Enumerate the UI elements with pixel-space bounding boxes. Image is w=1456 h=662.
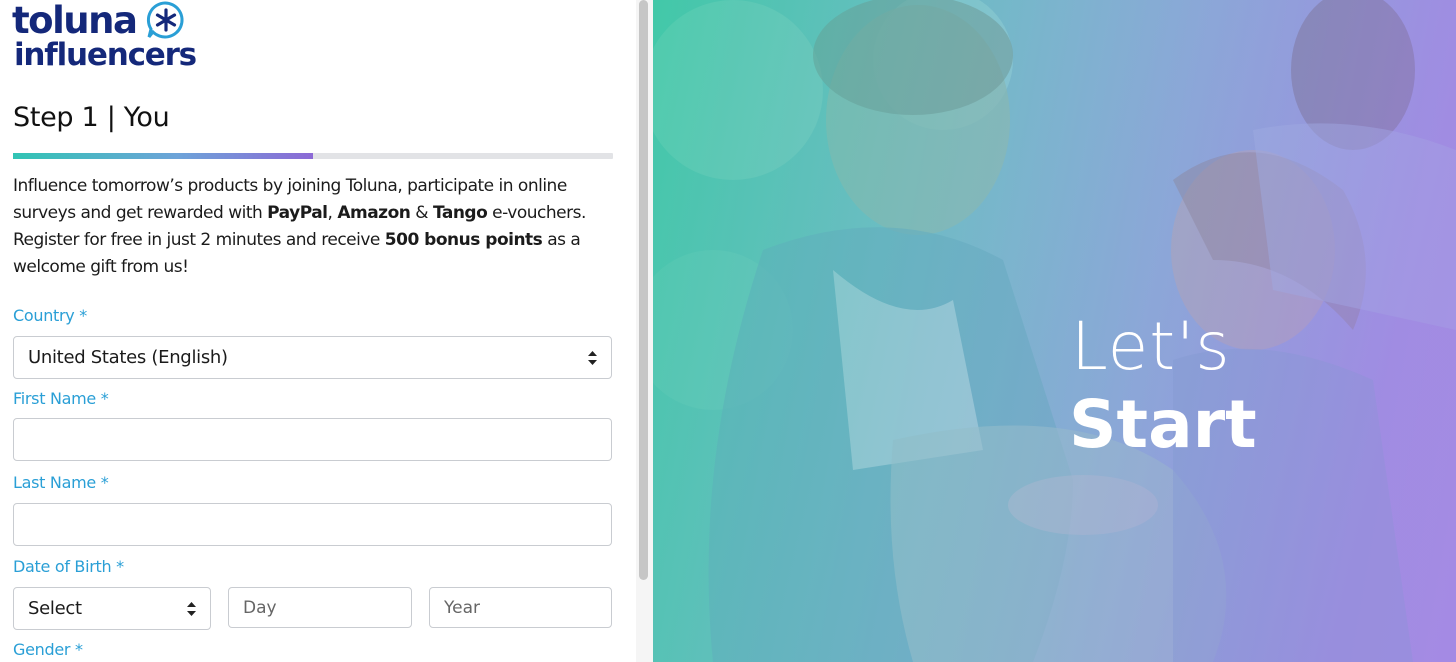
toluna-influencers-logo[interactable]: toluna influencers [12, 0, 197, 72]
dob-month-select[interactable]: Select [13, 587, 211, 630]
paypal-text: PayPal [267, 203, 328, 223]
intro-text-part: e-vouchers. [487, 203, 586, 223]
hero-photo [653, 0, 1456, 662]
first-name-field [13, 418, 612, 461]
form-scrollbar[interactable] [636, 0, 653, 662]
step-progress-fill [13, 153, 313, 159]
intro-separator: , [327, 203, 338, 223]
select-arrows-icon [187, 602, 196, 616]
logo-word-influencers: influencers [14, 37, 197, 73]
first-name-label: First Name * [13, 389, 109, 408]
dob-day-field [228, 587, 412, 628]
hero-heading: Let's Start [1069, 308, 1257, 464]
intro-text-part: Register for free in just 2 minutes and … [13, 230, 385, 250]
registration-panel: toluna influencers Step 1 | You Influenc… [0, 0, 636, 662]
dob-year-field [429, 587, 612, 628]
bonus-points-text: 500 bonus points [384, 230, 543, 250]
tango-text: Tango [432, 203, 488, 223]
scrollbar-thumb[interactable] [639, 0, 648, 580]
step-title: Step 1 | You [13, 102, 170, 133]
dob-day-input[interactable] [229, 588, 411, 627]
hero-banner: Let's Start [653, 0, 1456, 662]
dob-year-input[interactable] [430, 588, 611, 627]
intro-text: Influence tomorrow’s products by joining… [13, 173, 623, 281]
step-progress-bar [13, 153, 613, 159]
logo-word-toluna: toluna [12, 0, 138, 42]
select-arrows-icon [588, 351, 597, 365]
last-name-field [13, 503, 612, 546]
first-name-input[interactable] [14, 419, 611, 460]
gender-label: Gender * [13, 640, 83, 659]
last-name-label: Last Name * [13, 473, 109, 492]
hero-heading-line2: Start [1069, 386, 1257, 463]
hero-heading-line1: Let's [1071, 308, 1231, 385]
last-name-input[interactable] [14, 504, 611, 545]
dob-month-value: Select [28, 598, 82, 619]
country-select-value: United States (English) [28, 347, 228, 368]
intro-separator: & [410, 203, 433, 223]
asterisk-bubble-icon [146, 1, 184, 39]
country-label: Country * [13, 306, 87, 325]
dob-label: Date of Birth * [13, 557, 124, 576]
country-select[interactable]: United States (English) [13, 336, 612, 379]
amazon-text: Amazon [337, 203, 411, 223]
